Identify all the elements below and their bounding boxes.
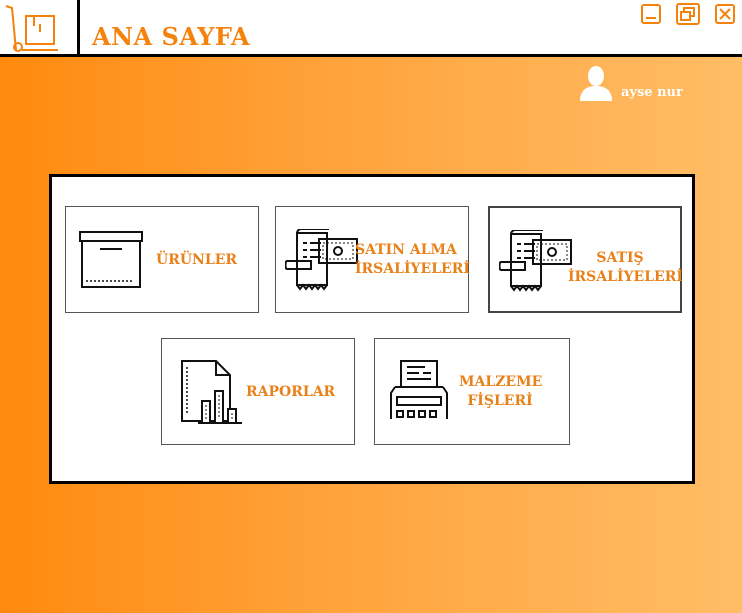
- tile-raporlar[interactable]: RAPORLAR: [161, 338, 355, 445]
- tile-label-line1: SATIN ALMA: [355, 242, 457, 258]
- tile-malzeme-fisleri[interactable]: MALZEME FİŞLERİ: [374, 338, 570, 445]
- tile-satis-irsaliyeleri[interactable]: SATIŞ İRSALİYELERİ: [488, 206, 683, 313]
- minimize-icon: [641, 4, 661, 24]
- receipt-cash-icon: [285, 229, 358, 291]
- menu-panel: ÜRÜNLER SATIN ALMA İRSALİYELERİ SATIŞ İR…: [49, 174, 695, 484]
- tile-label-line1: SATIŞ: [596, 250, 644, 266]
- restore-button[interactable]: [676, 3, 700, 25]
- user-name: ayse nur: [621, 85, 683, 100]
- tile-label: ÜRÜNLER: [156, 252, 237, 268]
- page-title: ANA SAYFA: [92, 22, 251, 51]
- close-button[interactable]: [714, 3, 736, 25]
- tile-label: RAPORLAR: [246, 384, 336, 400]
- app-logo: [0, 0, 80, 55]
- tile-label-line2: İRSALİYELERİ: [355, 261, 470, 277]
- receipt-cash-icon: [499, 230, 572, 292]
- minimize-button[interactable]: [640, 3, 662, 25]
- report-chart-icon: [181, 360, 242, 424]
- tile-label-line2: İRSALİYELERİ: [568, 269, 683, 285]
- close-icon: [715, 4, 735, 24]
- main-area: ayse nur ÜRÜNLER SATIN ALMA İRSALİYELERİ…: [0, 57, 742, 613]
- restore-icon: [676, 3, 700, 25]
- hand-truck-icon: [5, 5, 58, 52]
- title-bar: ANA SAYFA: [0, 0, 742, 57]
- user-icon: [580, 66, 612, 101]
- tile-label-line1: MALZEME: [459, 374, 543, 390]
- tile-urunler[interactable]: ÜRÜNLER: [65, 206, 259, 313]
- tile-satin-alma-irsaliyeleri[interactable]: SATIN ALMA İRSALİYELERİ: [275, 206, 470, 313]
- tile-label-line2: FİŞLERİ: [467, 393, 533, 409]
- box-icon: [79, 231, 143, 288]
- receipt-printer-icon: [390, 360, 448, 419]
